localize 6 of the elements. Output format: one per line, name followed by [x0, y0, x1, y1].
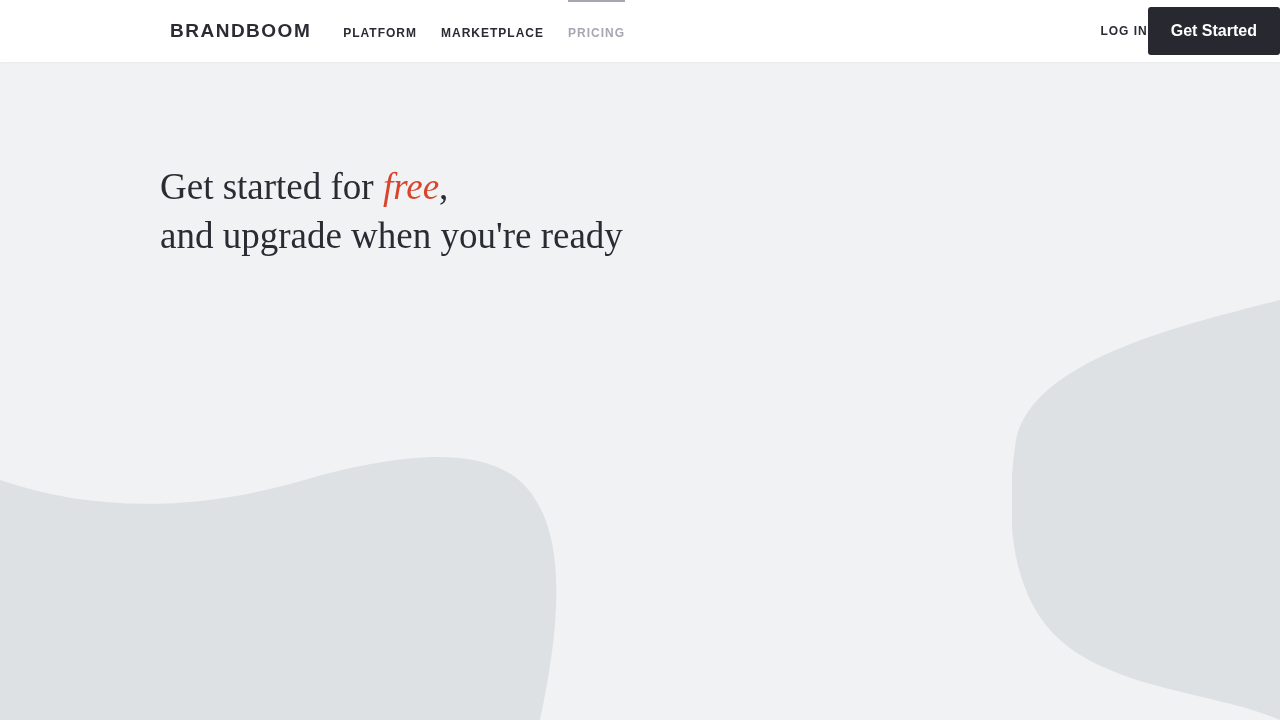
login-link[interactable]: LOG IN: [1100, 24, 1148, 38]
brand-logo[interactable]: BRANDBOOM: [170, 20, 312, 42]
nav-link[interactable]: PLATFORM: [343, 0, 417, 62]
get-started-button[interactable]: Get Started: [1147, 7, 1280, 55]
nav-link[interactable]: MARKETPLACE: [441, 0, 544, 62]
hero-headline: Get started for free, and upgrade when you're ready: [160, 165, 624, 258]
